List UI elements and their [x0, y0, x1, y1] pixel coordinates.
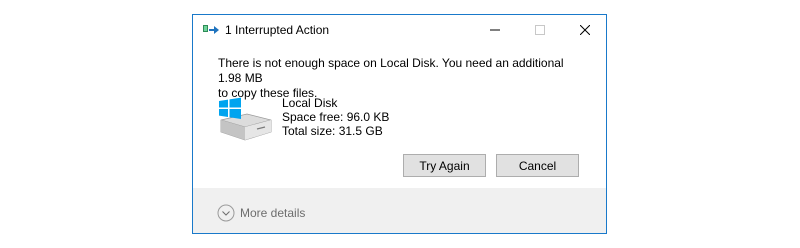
error-message: There is not enough space on Local Disk.…	[218, 56, 588, 101]
file-transfer-icon	[203, 25, 219, 34]
close-icon	[579, 24, 590, 35]
window-title: 1 Interrupted Action	[225, 23, 330, 37]
error-message-line-2: to copy these files.	[218, 86, 318, 100]
dialog-footer: More details	[193, 188, 606, 233]
minimize-icon	[489, 29, 500, 30]
drive-windows-icon	[219, 97, 272, 141]
maximize-button[interactable]	[517, 15, 562, 44]
chevron-down-icon	[217, 204, 235, 222]
cancel-button[interactable]: Cancel	[496, 154, 579, 177]
more-details-label: More details	[240, 206, 306, 220]
title-bar[interactable]: 1 Interrupted Action	[193, 15, 606, 45]
disk-info: Local Disk Space free: 96.0 KB Total siz…	[282, 96, 389, 138]
close-button[interactable]	[562, 15, 607, 44]
disk-name: Local Disk	[282, 96, 338, 110]
maximize-icon	[534, 24, 545, 35]
error-message-line-1: There is not enough space on Local Disk.…	[218, 56, 564, 85]
more-details-toggle[interactable]: More details	[217, 204, 305, 222]
disk-space-free: Space free: 96.0 KB	[282, 110, 390, 124]
disk-total-size: Total size: 31.5 GB	[282, 124, 383, 138]
minimize-button[interactable]	[472, 15, 517, 44]
try-again-button[interactable]: Try Again	[403, 154, 486, 177]
interrupted-action-dialog: 1 Interrupted Action There is not enough…	[192, 14, 607, 234]
